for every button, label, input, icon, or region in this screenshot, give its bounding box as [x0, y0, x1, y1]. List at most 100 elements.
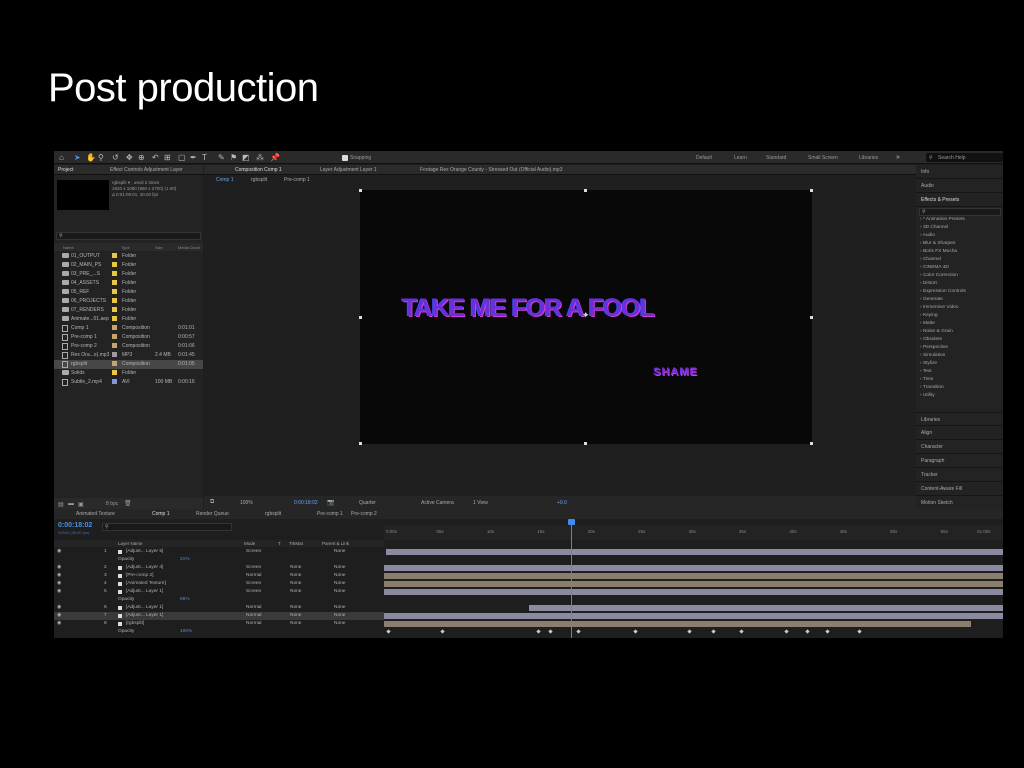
canvas-handle[interactable] — [359, 189, 362, 192]
brush-tool-icon[interactable]: ✎ — [218, 153, 225, 162]
visibility-eye-icon[interactable]: ◉ — [57, 621, 61, 626]
label-color-swatch[interactable] — [112, 316, 117, 321]
keyframe-icon[interactable] — [739, 629, 744, 634]
layer-track[interactable] — [384, 564, 1003, 572]
timeline-tab[interactable]: rgbsplit — [265, 511, 281, 517]
property-name[interactable]: Opacity — [118, 557, 134, 562]
new-comp-icon[interactable]: ▣ — [78, 501, 84, 508]
label-color-swatch[interactable] — [112, 379, 117, 384]
label-color-swatch[interactable] — [118, 566, 122, 570]
layer-row[interactable]: ◉ 5 [Adjust... Layer 1] Screen None None — [54, 588, 384, 596]
project-search-input[interactable]: ⚲ — [56, 232, 201, 240]
undo-icon[interactable]: ↶ — [152, 153, 159, 162]
project-item[interactable]: Solids Folder — [54, 369, 203, 378]
label-color-swatch[interactable] — [118, 622, 122, 626]
trkmat-dropdown[interactable]: None — [290, 565, 301, 570]
exposure-value[interactable]: +0.0 — [557, 500, 567, 506]
pen-tool-icon[interactable]: ✒ — [190, 153, 197, 162]
effect-category[interactable]: › Simulation — [916, 353, 1003, 361]
canvas-handle[interactable] — [810, 316, 813, 319]
project-item[interactable]: Pre-comp 1 Composition 0:00:57 — [54, 333, 203, 342]
layer-duration-bar[interactable] — [384, 573, 1003, 579]
visibility-eye-icon[interactable]: ◉ — [57, 565, 61, 570]
keyframe-icon[interactable] — [536, 629, 541, 634]
effect-category[interactable]: › Time — [916, 377, 1003, 385]
timeline-timecode[interactable]: 0:00:18:02 — [58, 522, 92, 529]
effect-category[interactable]: › Matte — [916, 321, 1003, 329]
panel-align[interactable]: Align — [916, 426, 1003, 440]
effect-category[interactable]: › Immersive Video — [916, 305, 1003, 313]
label-color-swatch[interactable] — [112, 307, 117, 312]
effects-search-input[interactable]: ⚲ — [919, 208, 1001, 216]
parent-dropdown[interactable]: None — [334, 581, 345, 586]
effect-category[interactable]: › Generate — [916, 297, 1003, 305]
effect-category[interactable]: › Obsolete — [916, 337, 1003, 345]
layer-row[interactable]: ◉ 7 [Adjust... Layer 1] Normal None None — [54, 612, 384, 620]
canvas-handle[interactable] — [584, 442, 587, 445]
blend-mode-dropdown[interactable]: Screen — [246, 549, 261, 554]
effect-category[interactable]: › Channel — [916, 257, 1003, 265]
panel-effects-presets[interactable]: Effects & Presets — [916, 193, 1003, 207]
effect-category[interactable]: › Blur & Sharpen — [916, 241, 1003, 249]
keyframe-icon[interactable] — [711, 629, 716, 634]
project-item[interactable]: 03_PRE_...S Folder — [54, 270, 203, 279]
layer-name[interactable]: [Adjust... Layer 1] — [126, 589, 163, 594]
col-type[interactable]: Type — [121, 245, 130, 250]
rectangle-tool-icon[interactable]: ▢ — [178, 153, 186, 162]
label-color-swatch[interactable] — [112, 361, 117, 366]
parent-dropdown[interactable]: None — [334, 589, 345, 594]
panel-tracker[interactable]: Tracker — [916, 468, 1003, 482]
home-icon[interactable]: ⌂ — [59, 153, 64, 162]
label-color-swatch[interactable] — [112, 253, 117, 258]
blend-mode-dropdown[interactable]: Screen — [246, 589, 261, 594]
breadcrumb-precomp1[interactable]: Pre-comp 1 — [284, 177, 310, 183]
project-item[interactable]: 06_PROJECTS Folder — [54, 297, 203, 306]
col-duration[interactable]: Media Durat — [178, 245, 200, 250]
label-color-swatch[interactable] — [118, 550, 122, 554]
canvas-handle[interactable] — [584, 189, 587, 192]
keyframe-icon[interactable] — [576, 629, 581, 634]
keyframe-icon[interactable] — [784, 629, 789, 634]
keyframe-icon[interactable] — [633, 629, 638, 634]
trkmat-dropdown[interactable]: None — [290, 605, 301, 610]
anchor-tool-icon[interactable]: ⊞ — [164, 153, 171, 162]
current-time-handle[interactable] — [568, 519, 575, 525]
project-item[interactable]: Subtle_2.mp4 AVI 100 MB 0:00:16 — [54, 378, 203, 387]
always-preview-icon[interactable]: ⧉ — [210, 499, 214, 506]
layer-row[interactable]: ◉ 1 [Adjust... Layer 5] Screen None — [54, 548, 384, 556]
layer-name[interactable]: [rgbsplit] — [126, 621, 144, 626]
layer-track[interactable] — [384, 620, 1003, 628]
timeline-tab[interactable]: Animated Texture — [76, 511, 115, 517]
effect-category[interactable]: › Color Correction — [916, 273, 1003, 281]
layer-row[interactable]: ◉ 6 [Adjust... Layer 1] Normal None None — [54, 604, 384, 612]
keyframe-track[interactable] — [384, 596, 1003, 604]
label-color-swatch[interactable] — [118, 590, 122, 594]
label-color-swatch[interactable] — [118, 614, 122, 618]
col-name[interactable]: Name — [63, 245, 74, 250]
label-color-swatch[interactable] — [112, 262, 117, 267]
keyframe-icon[interactable] — [825, 629, 830, 634]
project-item[interactable]: 02_MAIN_PS Folder — [54, 261, 203, 270]
label-color-swatch[interactable] — [118, 606, 122, 610]
blend-mode-dropdown[interactable]: Screen — [246, 565, 261, 570]
layer-track[interactable] — [384, 548, 1003, 556]
layer-duration-bar[interactable] — [384, 621, 971, 627]
clone-stamp-icon[interactable]: ⚑ — [230, 153, 237, 162]
layer-name[interactable]: [Adjust... Layer 4] — [126, 565, 163, 570]
layer-row[interactable]: ◉ 2 [Adjust... Layer 4] Screen None None — [54, 564, 384, 572]
visibility-eye-icon[interactable]: ◉ — [57, 573, 61, 578]
breadcrumb-comp1[interactable]: Comp 1 — [216, 177, 234, 183]
layer-name[interactable]: [Animated Texture] — [126, 581, 166, 586]
blend-mode-dropdown[interactable]: Normal — [246, 605, 261, 610]
blend-mode-dropdown[interactable]: Normal — [246, 613, 261, 618]
tab-footage[interactable]: Footage Rex Orange County - Stressed Out… — [420, 167, 562, 173]
trkmat-dropdown[interactable]: None — [290, 613, 301, 618]
effect-category[interactable]: › Boris FX Mocha — [916, 249, 1003, 257]
new-folder-icon[interactable]: ▬ — [68, 501, 74, 507]
canvas-handle[interactable] — [810, 442, 813, 445]
layer-track[interactable] — [384, 580, 1003, 588]
workspace-learn[interactable]: Learn — [734, 155, 747, 161]
panel-paragraph[interactable]: Paragraph — [916, 454, 1003, 468]
label-color-swatch[interactable] — [112, 343, 117, 348]
label-color-swatch[interactable] — [112, 370, 117, 375]
